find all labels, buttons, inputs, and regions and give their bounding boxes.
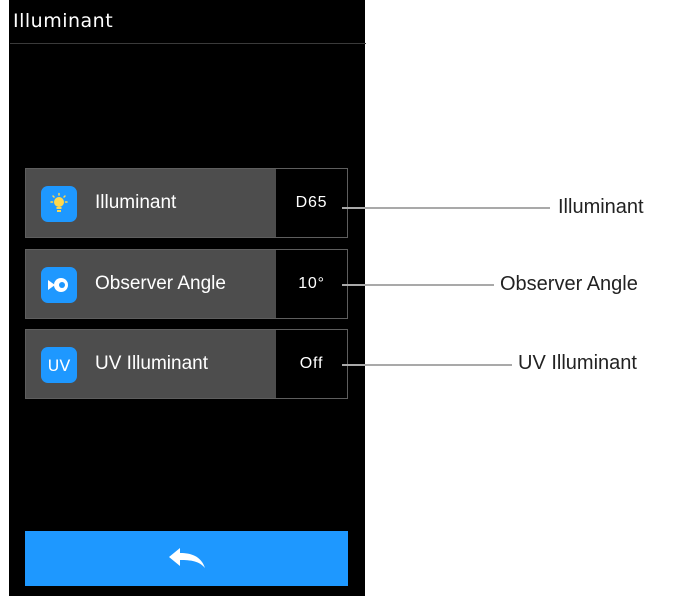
observer-eye-icon [41, 267, 77, 303]
uv-illuminant-value-box[interactable]: Off [276, 330, 347, 398]
illuminant-value: D65 [295, 194, 328, 211]
observer-angle-value: 10° [298, 275, 325, 292]
callout-uv-illuminant: UV Illuminant [518, 352, 637, 374]
callout-observer-angle: Observer Angle [500, 273, 638, 295]
observer-angle-value-box[interactable]: 10° [276, 250, 347, 318]
back-arrow-icon [168, 547, 205, 568]
back-button[interactable] [25, 531, 348, 586]
illuminant-label: Illuminant [95, 192, 177, 213]
uv-icon-text: UV [47, 355, 71, 375]
uv-icon: UV [41, 347, 77, 383]
callout-line-uv-illuminant [342, 364, 512, 366]
uv-illuminant-label: UV Illuminant [95, 353, 208, 374]
observer-angle-row[interactable]: Observer Angle 10° [25, 249, 348, 319]
callout-line-illuminant [342, 207, 550, 209]
callout-illuminant: Illuminant [558, 196, 644, 218]
observer-angle-label: Observer Angle [95, 273, 226, 294]
lightbulb-icon [41, 186, 77, 222]
device-screen: Illuminant Illuminant D65 Observer Angle… [9, 0, 366, 596]
title-bar: Illuminant [10, 1, 366, 44]
uv-illuminant-value: Off [299, 355, 324, 372]
illuminant-value-box[interactable]: D65 [276, 169, 347, 237]
uv-illuminant-row[interactable]: UV UV Illuminant Off [25, 329, 348, 399]
illuminant-row[interactable]: Illuminant D65 [25, 168, 348, 238]
callout-line-observer-angle [342, 284, 494, 286]
page-title: Illuminant [13, 10, 114, 32]
